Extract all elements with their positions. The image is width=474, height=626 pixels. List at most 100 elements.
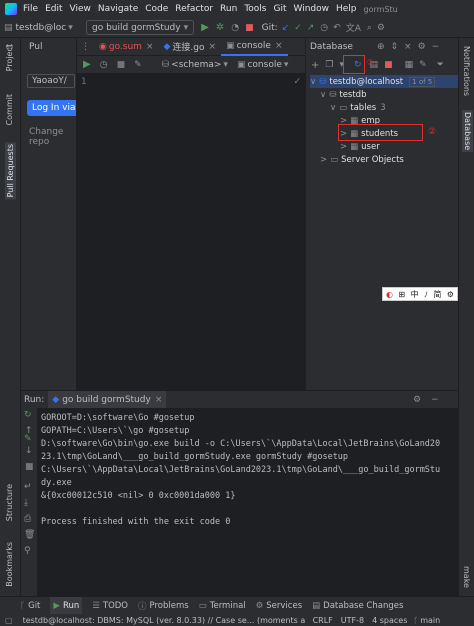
login-button[interactable]: Log In via	[27, 100, 76, 116]
schema-select[interactable]: ⛁ <schema> ▾	[162, 60, 228, 70]
stop-icon[interactable]: ■	[245, 23, 254, 33]
print-icon[interactable]: ⎙	[24, 514, 31, 524]
database-tool-button[interactable]: Database	[462, 110, 473, 153]
down-icon[interactable]: ↓	[25, 446, 33, 456]
history-icon[interactable]: ◷	[100, 60, 108, 70]
console-select[interactable]: ▣ console ▾	[237, 60, 288, 70]
bottom-tab-services[interactable]: ⚙ Services	[256, 601, 302, 611]
notifications-tool-button[interactable]: Notifications	[462, 46, 471, 96]
git-push-icon[interactable]: ↗	[307, 23, 315, 33]
translate-icon[interactable]: 文A	[346, 21, 361, 34]
stop-icon[interactable]: ■	[384, 60, 393, 70]
trash-icon[interactable]: 🗑	[24, 530, 35, 540]
menu-view[interactable]: View	[70, 4, 91, 14]
tree-server-objects[interactable]: > ▭ Server Objects	[320, 153, 404, 166]
run-config-widget[interactable]: go build gormStudy ▾	[86, 20, 195, 35]
settings-icon[interactable]: ⚙	[418, 42, 426, 52]
bottom-tab-database-changes[interactable]: ▤ Database Changes	[312, 601, 403, 611]
menu-git[interactable]: Git	[273, 4, 286, 14]
scroll-end-icon[interactable]: ⤓	[24, 498, 28, 508]
minimize-icon[interactable]: −	[431, 395, 439, 405]
tree-schema[interactable]: ∨ ⛁ testdb	[320, 88, 366, 101]
run-config-tab[interactable]: ◆ go build gormStudy ×	[48, 390, 167, 409]
tree-datasource[interactable]: ∨ ⛁ testdb@localhost 1 of 5	[310, 75, 458, 88]
editor-area[interactable]: ✓	[109, 74, 305, 390]
soft-wrap-icon[interactable]: ↵	[24, 482, 32, 492]
execute-icon[interactable]: ▶	[83, 59, 91, 70]
tree-tables-folder[interactable]: ∨ ▭ tables 3	[330, 101, 386, 114]
structure-tool-button[interactable]: Structure	[5, 484, 14, 521]
tree-table-user[interactable]: > ▦ user	[340, 140, 380, 153]
rollback-icon[interactable]: ↶	[333, 23, 341, 33]
ime-simplified[interactable]: 简	[433, 289, 441, 300]
project-widget[interactable]: ▤ testdb@loc ▾	[4, 23, 82, 33]
menu-tools[interactable]: Tools	[244, 4, 266, 14]
git-commit-icon[interactable]: ✓	[294, 23, 302, 33]
stop-icon[interactable]: ■	[25, 462, 34, 472]
encoding-widget[interactable]: UTF-8	[341, 616, 364, 625]
filter-icon[interactable]: ⏷	[437, 60, 444, 70]
stop-icon[interactable]: ■	[117, 60, 126, 70]
tab-go-sum[interactable]: ◉ go.sum ×	[94, 38, 159, 56]
close-icon[interactable]: ×	[404, 42, 412, 52]
bottom-tab-terminal[interactable]: ▭ Terminal	[199, 601, 246, 611]
close-icon[interactable]: ×	[146, 42, 154, 52]
table-icon[interactable]: ▦	[405, 60, 414, 70]
bottom-tab-git[interactable]: ᚴ Git	[20, 601, 40, 611]
tab-connect-go[interactable]: ◆ 连接.go ×	[159, 38, 222, 56]
user-select[interactable]: YaoaoY/	[27, 74, 75, 88]
run-console[interactable]: GOROOT=D:\software\Go #gosetup GOPATH=C:…	[37, 408, 458, 596]
change-repo-link[interactable]: Change repo	[29, 127, 76, 147]
ime-mode[interactable]: 中	[411, 289, 419, 300]
ime-logo-icon[interactable]: ◐	[386, 290, 393, 299]
bookmarks-tool-button[interactable]: Bookmarks	[5, 542, 14, 587]
menu-run[interactable]: Run	[220, 4, 237, 14]
branch-widget[interactable]: main	[420, 616, 440, 625]
menu-edit[interactable]: Edit	[45, 4, 62, 14]
settings-icon[interactable]: ⚙	[377, 23, 385, 33]
settings-icon[interactable]: ⚙	[413, 395, 421, 405]
ime-punctuation-icon[interactable]: ﾉ	[424, 289, 428, 300]
debug-icon[interactable]: ✲	[216, 22, 224, 33]
close-icon[interactable]: ×	[209, 42, 217, 52]
close-icon[interactable]: ×	[155, 395, 163, 405]
search-icon[interactable]: ⌕	[367, 23, 372, 33]
project-tool-button[interactable]: Project	[5, 44, 14, 71]
crosshair-icon[interactable]: ⊕	[377, 42, 385, 52]
wrench-icon[interactable]: ✎	[24, 434, 32, 444]
indent-widget[interactable]: 4 spaces	[372, 616, 407, 625]
minimize-icon[interactable]: −	[432, 42, 440, 52]
menu-file[interactable]: File	[23, 4, 38, 14]
run-icon[interactable]: ▶	[201, 22, 209, 33]
add-icon[interactable]: +	[311, 60, 319, 71]
git-label: Git:	[261, 22, 278, 33]
history-icon[interactable]: ◷	[320, 23, 328, 33]
ime-settings-icon[interactable]: ⚙	[447, 290, 454, 299]
pull-requests-tool-button[interactable]: Pull Requests	[5, 142, 16, 200]
profile-icon[interactable]: ◔	[231, 23, 239, 33]
edit-icon[interactable]: ✎	[419, 60, 427, 70]
collapse-icon[interactable]: ⇕	[391, 42, 399, 52]
make-tool-button[interactable]: make	[462, 566, 471, 588]
tab-console[interactable]: ▣ console ×	[221, 37, 288, 56]
pull-requests-tab[interactable]: Pul	[29, 42, 42, 52]
menu-window[interactable]: Window	[294, 4, 330, 14]
pin-icon[interactable]: ⚲	[24, 546, 31, 556]
git-update-icon[interactable]: ↙	[282, 23, 290, 33]
bottom-tab-todo[interactable]: ☰ TODO	[92, 601, 128, 611]
menu-refactor[interactable]: Refactor	[175, 4, 213, 14]
bottom-tab-problems[interactable]: ⓘ Problems	[138, 600, 189, 612]
menu-code[interactable]: Code	[145, 4, 168, 14]
commit-tool-button[interactable]: Commit	[5, 94, 14, 125]
line-ending-widget[interactable]: CRLF	[313, 616, 333, 625]
ime-menu-icon[interactable]: ⊞	[398, 290, 405, 299]
menu-help[interactable]: Help	[336, 4, 357, 14]
bottom-tab-run[interactable]: ▶ Run	[50, 597, 83, 614]
tab-menu-icon[interactable]: ⋮	[81, 42, 90, 52]
menu-navigate[interactable]: Navigate	[98, 4, 138, 14]
wrench-icon[interactable]: ✎	[134, 60, 142, 70]
copy-icon[interactable]: ❐	[325, 60, 333, 70]
rerun-icon[interactable]: ↻	[24, 410, 32, 420]
close-icon[interactable]: ×	[275, 41, 283, 51]
status-text[interactable]: testdb@localhost: DBMS: MySQL (ver. 8.0.…	[23, 616, 305, 625]
